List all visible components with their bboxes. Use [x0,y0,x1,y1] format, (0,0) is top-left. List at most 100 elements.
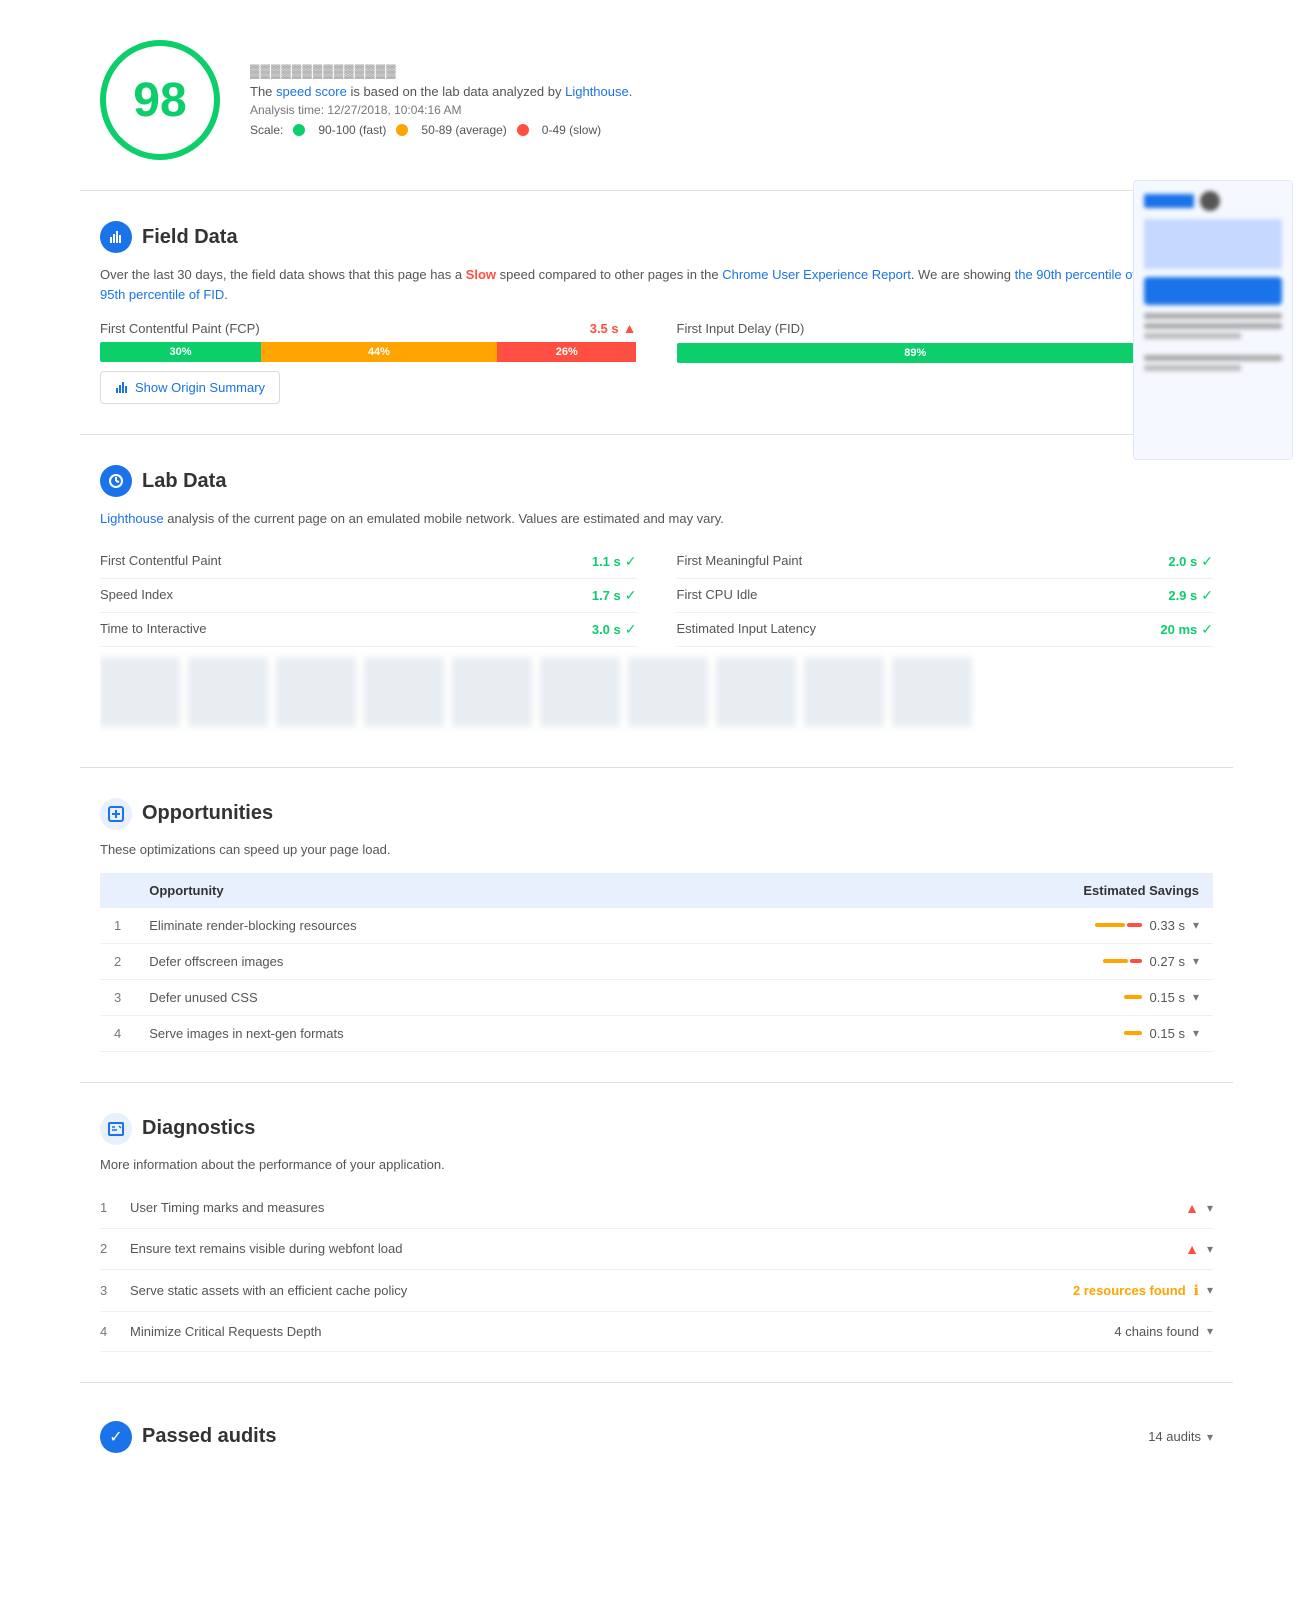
metrics-header-row: First Contentful Paint (FCP) 3.5 s ▲ 30%… [100,320,1213,363]
slow-label: 0-49 (slow) [542,123,601,137]
thumbnail-10 [892,657,972,727]
opp-num-1: 1 [100,908,135,944]
savings-seg-2b [1130,959,1142,963]
opp-chevron-2[interactable]: ▾ [1193,954,1199,968]
field-data-icon [100,221,132,253]
diagnostics-list: 1 User Timing marks and measures ▲ ▾ 2 E… [100,1188,1213,1352]
diag-chevron-3[interactable]: ▾ [1207,1283,1213,1297]
opp-num-4: 4 [100,1015,135,1051]
opp-chevron-4[interactable]: ▾ [1193,1026,1199,1040]
thumbnail-9 [804,657,884,727]
diag-row-2: 2 Ensure text remains visible during web… [100,1229,1213,1270]
lighthouse-lab-link[interactable]: Lighthouse [100,511,164,526]
savings-val-1: 0.33 s [1150,918,1185,933]
passed-audits-left: ✓ Passed audits [100,1421,277,1453]
lab-fcp-value: 1.1 s [592,554,621,569]
lab-tti-check: ✓ [625,621,637,638]
passed-audits-chevron[interactable]: ▾ [1207,1430,1213,1444]
lab-fcp-check: ✓ [625,553,637,570]
thumbnail-7 [628,657,708,727]
lab-metric-fmp: First Meaningful Paint 2.0 s ✓ [677,545,1214,579]
ad-button[interactable] [1144,277,1282,305]
avg-dot [396,124,408,136]
diag-chains-found: 4 chains found [1114,1324,1199,1339]
lab-metrics-row-2: Speed Index 1.7 s ✓ First CPU Idle 2.9 s… [100,579,1213,613]
lab-data-icon [100,465,132,497]
diag-chevron-4[interactable]: ▾ [1207,1324,1213,1338]
divider-3 [80,767,1233,768]
savings-val-3: 0.15 s [1150,990,1185,1005]
score-circle: 98 [100,40,220,160]
diag-label-4: Minimize Critical Requests Depth [130,1324,1114,1339]
lab-fmp-check: ✓ [1201,553,1213,570]
opportunities-header: Opportunities [100,798,1213,830]
opportunities-table-header: Opportunity Estimated Savings [100,873,1213,908]
opp-num-3: 3 [100,979,135,1015]
col-num [100,873,135,908]
diag-num-2: 2 [100,1241,130,1256]
passed-audits-title: Passed audits [142,1425,277,1448]
diag-chevron-1[interactable]: ▾ [1207,1201,1213,1215]
diag-row-3: 3 Serve static assets with an efficient … [100,1270,1213,1312]
lab-fci-check: ✓ [1201,587,1213,604]
opp-savings-1: 0.33 s ▾ [805,908,1213,944]
show-origin-summary-button[interactable]: Show Origin Summary [100,371,280,404]
lab-metrics-container: First Contentful Paint 1.1 s ✓ First Mea… [100,545,1213,647]
savings-val-2: 0.27 s [1150,954,1185,969]
opp-label-3: Defer unused CSS [135,979,804,1015]
diag-info-3[interactable]: ℹ [1194,1282,1199,1299]
ad-logo-rect [1144,194,1194,208]
lab-metric-fcp: First Contentful Paint 1.1 s ✓ [100,545,637,579]
diag-num-4: 4 [100,1324,130,1339]
diag-warn-1: ▲ [1185,1200,1199,1216]
field-data-title: Field Data [142,226,238,249]
lab-fci-value: 2.9 s [1168,588,1197,603]
score-scale: Scale: 90-100 (fast) 50-89 (average) 0-4… [250,123,1213,137]
opp-chevron-3[interactable]: ▾ [1193,990,1199,1004]
diag-label-1: User Timing marks and measures [130,1200,1185,1215]
speed-score-link[interactable]: speed score [276,84,347,99]
diagnostics-icon [100,1113,132,1145]
diag-num-3: 3 [100,1283,130,1298]
diagnostics-desc: More information about the performance o… [100,1157,1213,1172]
col-savings: Estimated Savings [805,873,1213,908]
savings-seg-1a [1095,923,1125,927]
thumbnail-5 [452,657,532,727]
diag-right-1: ▲ ▾ [1185,1200,1213,1216]
origin-summary-icon [115,381,129,395]
savings-bar-3 [1124,995,1142,999]
opp-row-3: 3 Defer unused CSS 0.15 s ▾ [100,979,1213,1015]
ad-text-5 [1144,365,1241,371]
savings-seg-1b [1127,923,1142,927]
divider-4 [80,1082,1233,1083]
diagnostics-title: Diagnostics [142,1117,255,1140]
fid-bar-green: 89% [677,343,1154,363]
chrome-ux-link[interactable]: Chrome User Experience Report [722,267,911,282]
opportunities-desc: These optimizations can speed up your pa… [100,842,1213,857]
opportunities-table: Opportunity Estimated Savings 1 Eliminat… [100,873,1213,1052]
analysis-time: Analysis time: 12/27/2018, 10:04:16 AM [250,103,1213,117]
diag-warn-2: ▲ [1185,1241,1199,1257]
thumbnail-3 [276,657,356,727]
lab-si-label: Speed Index [100,587,173,604]
ad-text-1 [1144,313,1282,319]
lab-si-value: 1.7 s [592,588,621,603]
diag-row-4: 4 Minimize Critical Requests Depth 4 cha… [100,1312,1213,1352]
fcp-warn-icon: ▲ [623,320,637,336]
savings-seg-2a [1103,959,1128,963]
thumbnail-1 [100,657,180,727]
thumbnail-4 [364,657,444,727]
ad-panel [1133,180,1293,460]
thumbnail-2 [188,657,268,727]
fcp-metric: First Contentful Paint (FCP) 3.5 s ▲ 30%… [100,320,637,363]
lighthouse-link[interactable]: Lighthouse [565,84,629,99]
opp-savings-3: 0.15 s ▾ [805,979,1213,1015]
ad-logo-circle [1200,191,1220,211]
passed-audits-section: ✓ Passed audits 14 audits ▾ [40,1393,1273,1481]
field-data-header: Field Data [100,221,1213,253]
lab-fci-label: First CPU Idle [677,587,758,604]
opp-chevron-1[interactable]: ▾ [1193,918,1199,932]
diag-chevron-2[interactable]: ▾ [1207,1242,1213,1256]
divider-5 [80,1382,1233,1383]
lab-metric-si: Speed Index 1.7 s ✓ [100,579,637,613]
